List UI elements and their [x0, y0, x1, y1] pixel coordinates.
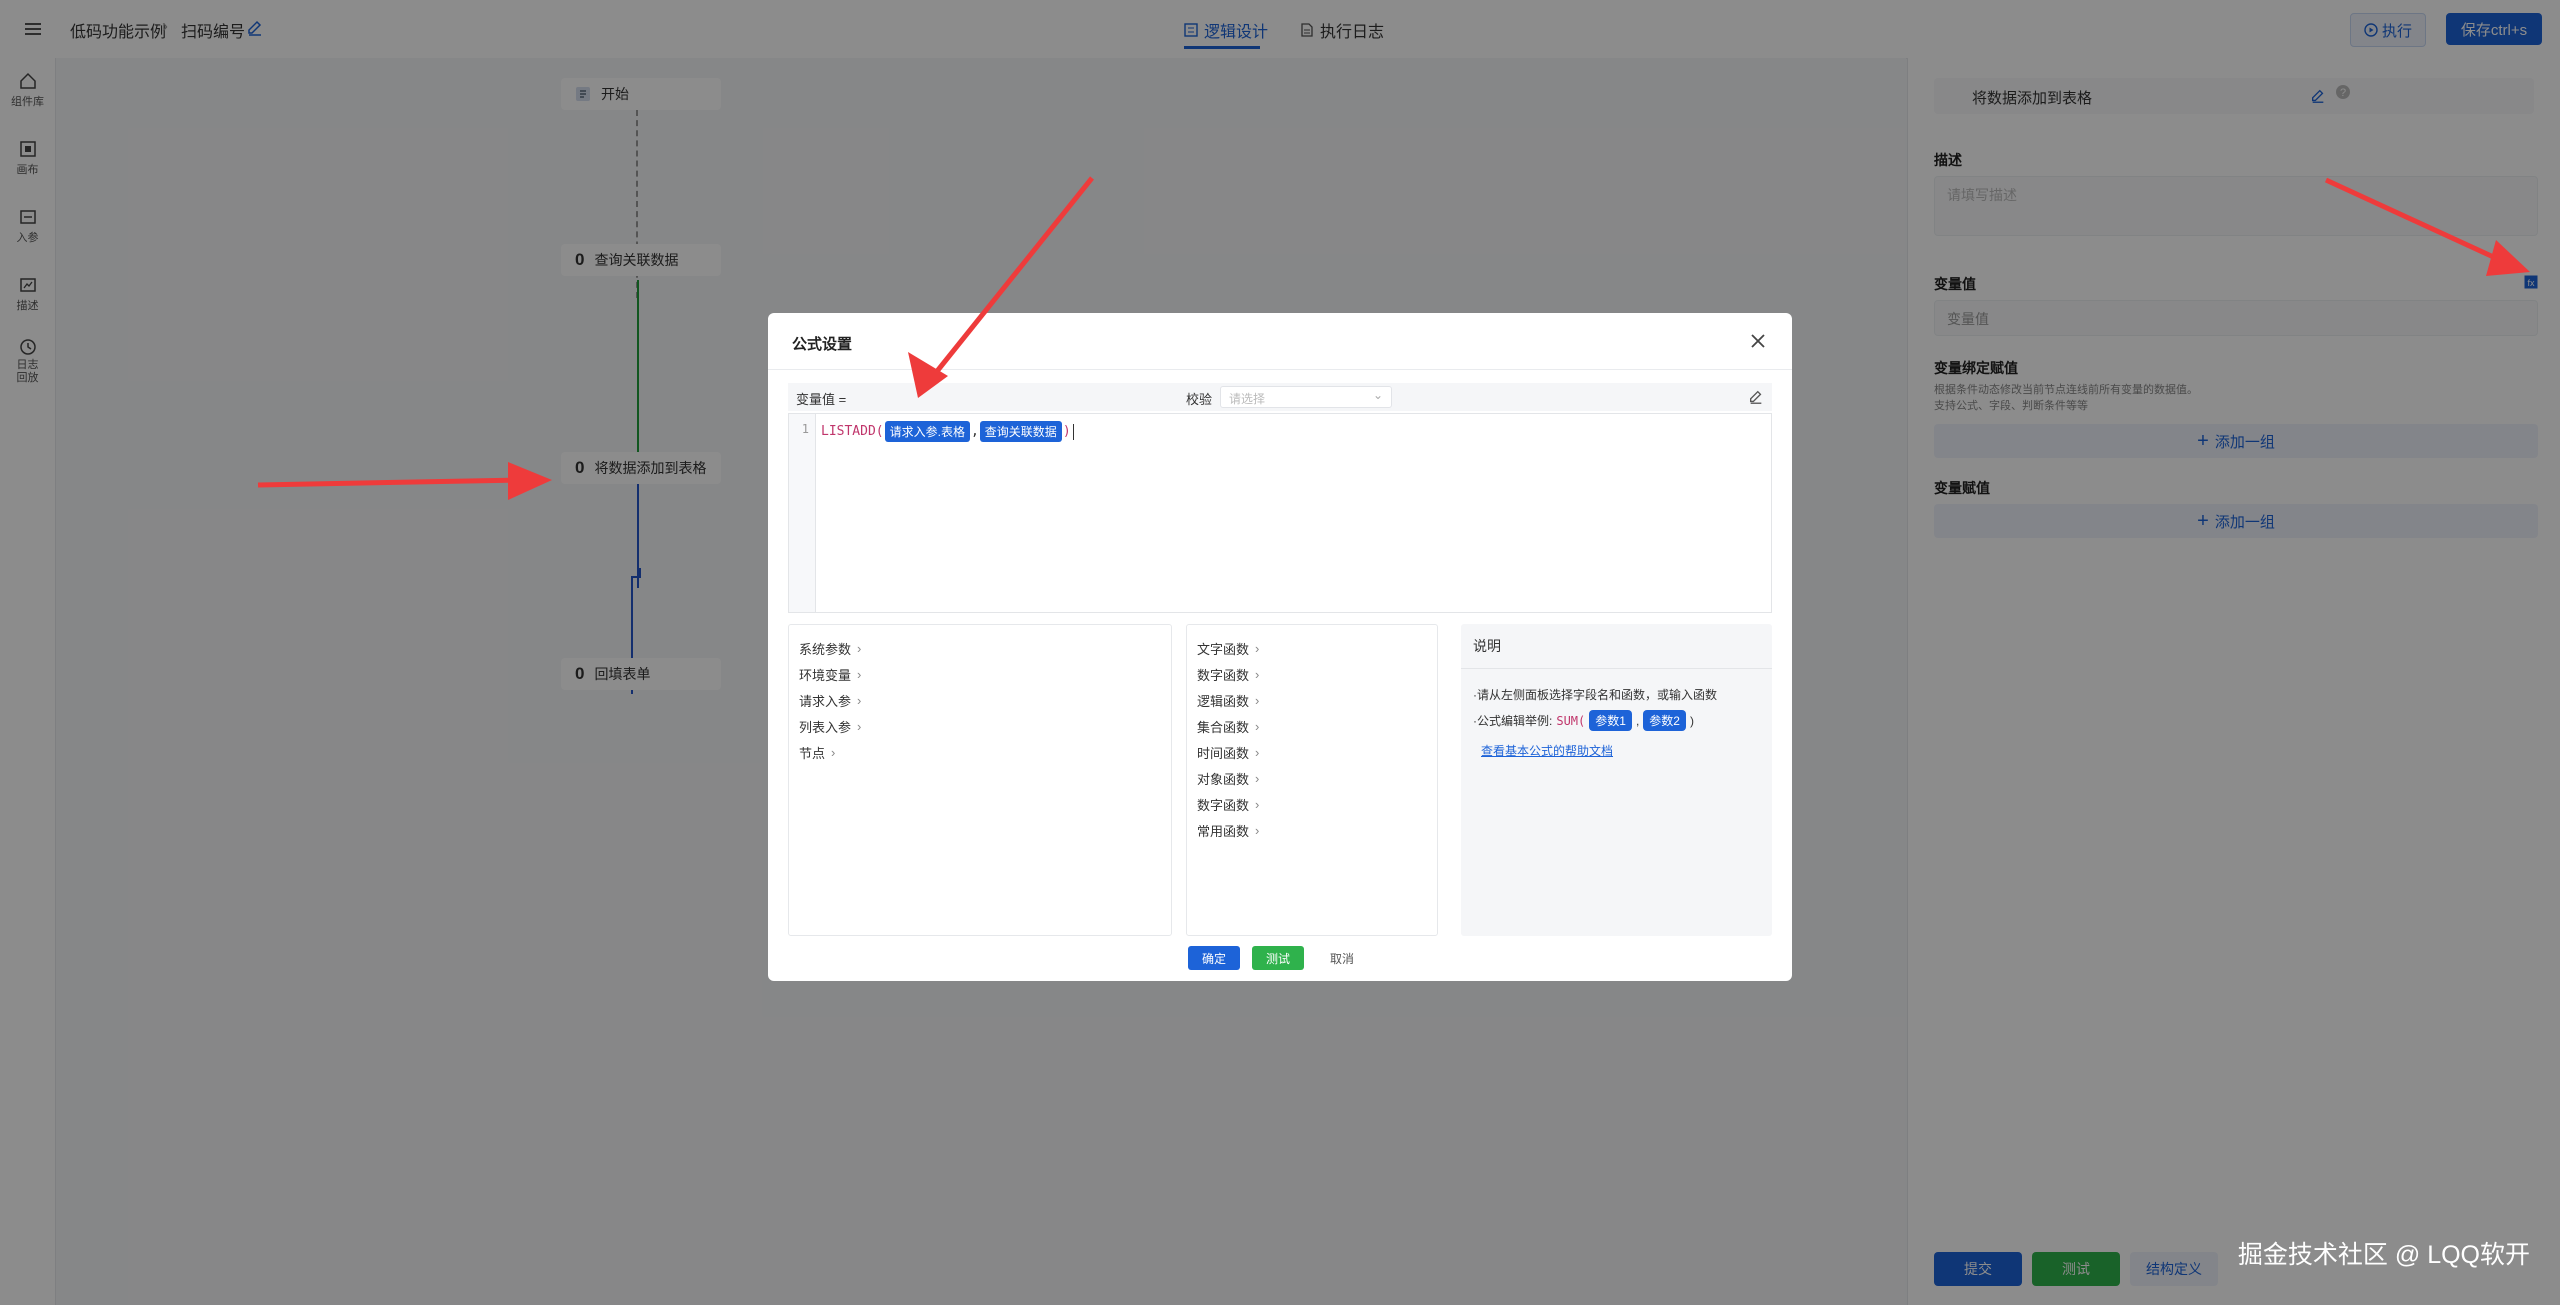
formula-editor[interactable]: 1 LISTADD( 请求入参.表格 , 查询关联数据 ): [788, 413, 1772, 613]
close-icon[interactable]: [1748, 331, 1768, 351]
function-item[interactable]: 逻辑函数 ›: [1197, 691, 1259, 710]
field-tag[interactable]: 请求入参.表格: [884, 421, 970, 442]
chevron-right-icon: ›: [1255, 823, 1260, 838]
function-label: 集合函数: [1197, 720, 1250, 735]
help-text-line: ·请从左侧面板选择字段名和函数，或输入函数: [1473, 688, 1717, 702]
chevron-right-icon: ›: [1255, 771, 1260, 786]
chevron-right-icon: ›: [1255, 745, 1260, 760]
chevron-right-icon: ›: [1255, 693, 1260, 708]
close-paren: ): [1689, 713, 1694, 728]
sum-function: SUM(: [1556, 713, 1586, 728]
function-item[interactable]: 数字函数 ›: [1197, 665, 1259, 684]
validate-select[interactable]: 请选择 ⌄: [1220, 386, 1392, 408]
chevron-right-icon: ›: [857, 641, 862, 656]
function-item[interactable]: 数字函数 ›: [1197, 795, 1259, 814]
function-label: 对象函数: [1197, 772, 1250, 787]
help-example: ·公式编辑举例: SUM( 参数1 , 参数2 ): [1473, 710, 1694, 731]
help-pane: 说明 ·请从左侧面板选择字段名和函数，或输入函数 ·公式编辑举例: SUM( 参…: [1461, 624, 1772, 936]
param-item[interactable]: 环境变量 ›: [799, 665, 861, 684]
help-doc-link[interactable]: 查看基本公式的帮助文档: [1481, 742, 1613, 759]
function-label: 文字函数: [1197, 642, 1250, 657]
line-gutter: 1: [789, 414, 816, 612]
formula-label: 变量值 =: [796, 392, 847, 407]
param-pill: 参数2: [1643, 710, 1686, 731]
function-label: 数字函数: [1197, 668, 1250, 683]
help-title: 说明: [1473, 638, 1501, 654]
chevron-right-icon: ›: [1255, 719, 1260, 734]
comma: ,: [1635, 713, 1640, 728]
chevron-right-icon: ›: [831, 745, 836, 760]
divider: [1461, 668, 1772, 669]
confirm-button[interactable]: 确定: [1188, 946, 1240, 970]
chevron-right-icon: ›: [857, 719, 862, 734]
param-label: 节点: [799, 746, 826, 761]
param-label: 列表入参: [799, 720, 852, 735]
divider: [768, 369, 1792, 370]
cancel-button[interactable]: 取消: [1316, 946, 1368, 970]
param-item[interactable]: 请求入参 ›: [799, 691, 861, 710]
chevron-right-icon: ›: [1255, 641, 1260, 656]
formula-dialog: 公式设置 变量值 = 校验 请选择 ⌄ 1 LISTADD( 请求入参.表格 ,…: [768, 313, 1792, 981]
function-label: 时间函数: [1197, 746, 1250, 761]
function-item[interactable]: 集合函数 ›: [1197, 717, 1259, 736]
text-cursor: [1072, 423, 1074, 440]
functions-pane: 文字函数 › 数字函数 › 逻辑函数 › 集合函数 › 时间函数 › 对象函数 › 数字函数…: [1186, 624, 1438, 936]
formula-code[interactable]: LISTADD( 请求入参.表格 , 查询关联数据 ): [821, 421, 1074, 442]
dialog-title: 公式设置: [792, 336, 853, 353]
comma: ,: [970, 424, 979, 439]
field-tag[interactable]: 查询关联数据: [979, 421, 1062, 442]
function-item[interactable]: 时间函数 ›: [1197, 743, 1259, 762]
validate-label: 校验: [1186, 392, 1213, 407]
function-name: LISTADD(: [821, 424, 884, 439]
params-pane: 系统参数 › 环境变量 › 请求入参 › 列表入参 › 节点 ›: [788, 624, 1172, 936]
chevron-right-icon: ›: [1255, 667, 1260, 682]
function-item[interactable]: 文字函数 ›: [1197, 639, 1259, 658]
watermark: 掘金技术社区 @ LQQ软开: [2237, 1241, 2530, 1269]
function-label: 常用函数: [1197, 824, 1250, 839]
param-pill: 参数1: [1589, 710, 1632, 731]
param-item[interactable]: 列表入参 ›: [799, 717, 861, 736]
param-label: 请求入参: [799, 694, 852, 709]
edit-icon[interactable]: [1748, 389, 1764, 405]
test-button[interactable]: 测试: [1252, 946, 1304, 970]
line-number: 1: [801, 422, 809, 436]
chevron-down-icon: ⌄: [1372, 388, 1383, 402]
close-paren: ): [1062, 424, 1071, 439]
param-label: 环境变量: [799, 668, 852, 683]
function-item[interactable]: 对象函数 ›: [1197, 769, 1259, 788]
chevron-right-icon: ›: [1255, 797, 1260, 812]
param-label: 系统参数: [799, 642, 852, 657]
function-item[interactable]: 常用函数 ›: [1197, 821, 1259, 840]
help-line: ·请从左侧面板选择字段名和函数，或输入函数: [1473, 686, 1717, 703]
function-label: 数字函数: [1197, 798, 1250, 813]
param-item[interactable]: 节点 ›: [799, 743, 835, 762]
param-item[interactable]: 系统参数 ›: [799, 639, 861, 658]
help-example-prefix: ·公式编辑举例:: [1473, 714, 1553, 728]
chevron-right-icon: ›: [857, 693, 862, 708]
formula-toolbar: 变量值 = 校验 请选择 ⌄: [788, 383, 1772, 411]
function-label: 逻辑函数: [1197, 694, 1250, 709]
select-placeholder: 请选择: [1229, 392, 1266, 406]
chevron-right-icon: ›: [857, 667, 862, 682]
